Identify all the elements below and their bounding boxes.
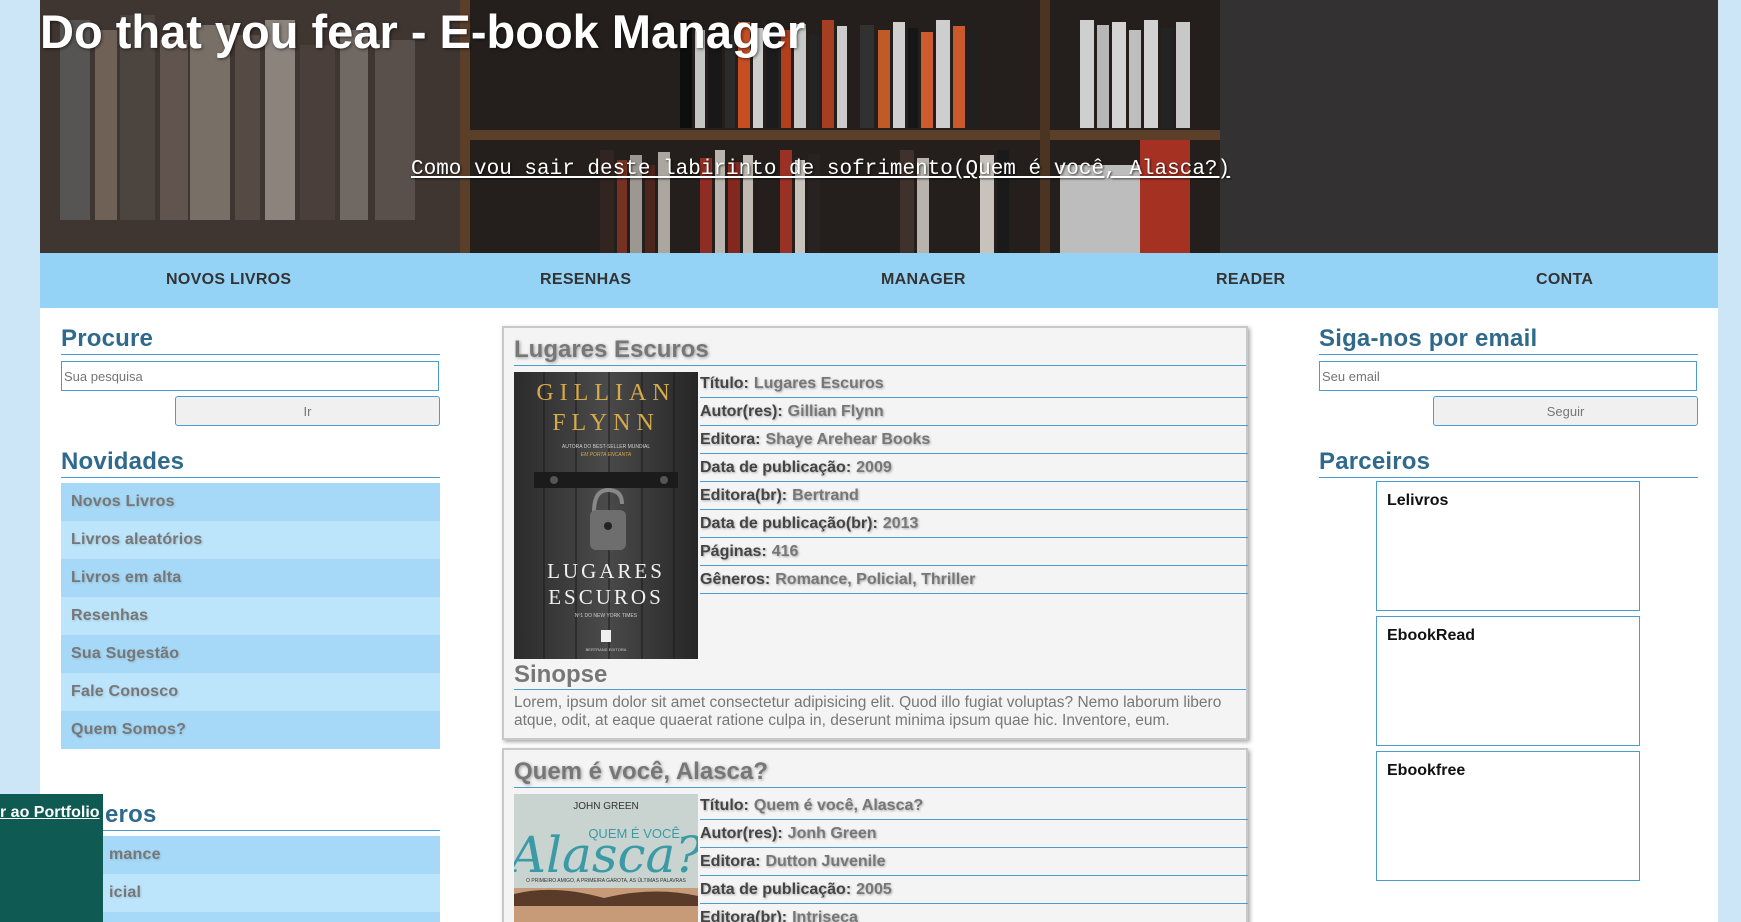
search-section-title: Procure [61, 325, 440, 355]
info-row-data-publicacao-br: Data de publicação(br): 2013 [700, 510, 1248, 538]
book-info-table: Título: Lugares Escuros Autor(res): Gillia… [700, 370, 1248, 594]
svg-text:FLYNN: FLYNN [552, 410, 660, 436]
info-row-data-publicacao: Data de publicação: 2009 [700, 454, 1248, 482]
sinopse-text: Lorem, ipsum dolor sit amet consectetur … [514, 694, 1222, 729]
left-sidebar: Procure Ir Novidades Novos Livros Livros… [61, 325, 440, 922]
nav-conta[interactable]: CONTA [1536, 271, 1593, 289]
svg-text:BERTRAND EDITORA: BERTRAND EDITORA [586, 647, 627, 652]
partners-title: Parceiros [1319, 448, 1698, 478]
cover-art: GILLIAN FLYNN AUTORA DO BEST-SELLER MUND… [514, 372, 698, 659]
menu-novos-livros[interactable]: Novos Livros [61, 483, 440, 521]
svg-text:JOHN GREEN: JOHN GREEN [573, 801, 639, 812]
menu-genero-policial[interactable]: icial [61, 874, 440, 912]
menu-resenhas[interactable]: Resenhas [61, 597, 440, 635]
svg-text:GILLIAN: GILLIAN [536, 380, 675, 406]
nav-resenhas[interactable]: RESENHAS [540, 271, 631, 289]
nav-manager[interactable]: MANAGER [881, 271, 966, 289]
main-nav: NOVOS LIVROS RESENHAS MANAGER READER CON… [40, 253, 1718, 308]
nav-novos-livros[interactable]: NOVOS LIVROS [166, 271, 291, 289]
info-row-autor: Autor(res): Jonh Green [700, 820, 1248, 848]
menu-quem-somos[interactable]: Quem Somos? [61, 711, 440, 749]
info-row-editora-br: Editora(br): Bertrand [700, 482, 1248, 510]
email-input[interactable] [1319, 361, 1697, 391]
svg-text:EM PORTA ENCANTA: EM PORTA ENCANTA [581, 452, 632, 458]
svg-text:Alasca?: Alasca? [514, 826, 698, 884]
info-row-data-publicacao: Data de publicação: 2005 [700, 876, 1248, 904]
right-sidebar: Siga-nos por email Seguir Parceiros Leli… [1319, 325, 1698, 881]
back-to-portfolio-tab[interactable]: r ao Portfolio [0, 794, 103, 922]
info-row-editora: Editora: Dutton Juvenile [700, 848, 1248, 876]
info-row-titulo: Título: Lugares Escuros [700, 370, 1248, 398]
search-button[interactable]: Ir [175, 396, 440, 426]
post-title: Quem é você, Alasca? [514, 758, 1246, 788]
book-cover-lugares-escuros: GILLIAN FLYNN AUTORA DO BEST-SELLER MUND… [514, 372, 698, 659]
nav-reader[interactable]: READER [1216, 271, 1285, 289]
partner-ebookfree[interactable]: Ebookfree [1376, 751, 1640, 881]
svg-text:Nº1 DO NEW YORK TIMES: Nº1 DO NEW YORK TIMES [575, 613, 638, 619]
partner-ebookread[interactable]: EbookRead [1376, 616, 1640, 746]
menu-fale-conosco[interactable]: Fale Conosco [61, 673, 440, 711]
info-row-titulo: Título: Quem é você, Alasca? [700, 792, 1248, 820]
sinopse-title: Sinopse [514, 661, 1246, 690]
novidades-title: Novidades [61, 448, 440, 478]
book-cover-quem-e-voce-alasca: JOHN GREEN QUEM É VOCÊ, Alasca? O PRIMEI… [514, 794, 698, 922]
info-row-generos: Gêneros: Romance, Policial, Thriller [700, 566, 1248, 594]
menu-genero-next[interactable] [61, 912, 440, 922]
page: Do that you fear - E-book Manager Como v… [40, 0, 1718, 922]
menu-genero-romance[interactable]: mance [61, 836, 440, 874]
partner-lelivros[interactable]: Lelivros [1376, 481, 1640, 611]
generos-title: eros [61, 801, 440, 831]
book-post: Lugares Escuros GILLIAN FLYNN AUTORA DO … [502, 326, 1248, 740]
menu-sua-sugestao[interactable]: Sua Sugestão [61, 635, 440, 673]
menu-livros-aleatorios[interactable]: Livros aleatórios [61, 521, 440, 559]
header-banner: Do that you fear - E-book Manager Como v… [40, 0, 1718, 253]
info-row-paginas: Páginas: 416 [700, 538, 1248, 566]
svg-text:O PRIMEIRO AMIGO, A PRIMEIRA G: O PRIMEIRO AMIGO, A PRIMEIRA GAROTA, AS … [526, 877, 686, 884]
follow-button[interactable]: Seguir [1433, 396, 1698, 426]
email-section-title: Siga-nos por email [1319, 325, 1698, 355]
info-row-editora-br: Editora(br): Intriseca [700, 904, 1248, 922]
book-info-table: Título: Quem é você, Alasca? Autor(res): J… [700, 792, 1248, 922]
svg-text:ESCUROS: ESCUROS [548, 585, 664, 609]
post-title: Lugares Escuros [514, 336, 1246, 366]
header-quote-link[interactable]: Como vou sair deste labirinto de sofrime… [411, 158, 1230, 181]
svg-text:AUTORA DO BEST-SELLER MUNDIAL: AUTORA DO BEST-SELLER MUNDIAL [562, 444, 650, 450]
cover-art: JOHN GREEN QUEM É VOCÊ, Alasca? O PRIMEI… [514, 794, 698, 922]
menu-livros-em-alta[interactable]: Livros em alta [61, 559, 440, 597]
info-row-autor: Autor(res): Gillian Flynn [700, 398, 1248, 426]
info-row-editora: Editora: Shaye Arehear Books [700, 426, 1248, 454]
svg-text:LUGARES: LUGARES [547, 559, 665, 583]
back-to-portfolio-link[interactable]: r ao Portfolio [0, 804, 100, 822]
book-post: Quem é você, Alasca? JOHN GREEN QUEM É V… [502, 748, 1248, 922]
site-title: Do that you fear - E-book Manager [40, 5, 806, 58]
search-input[interactable] [61, 361, 439, 391]
